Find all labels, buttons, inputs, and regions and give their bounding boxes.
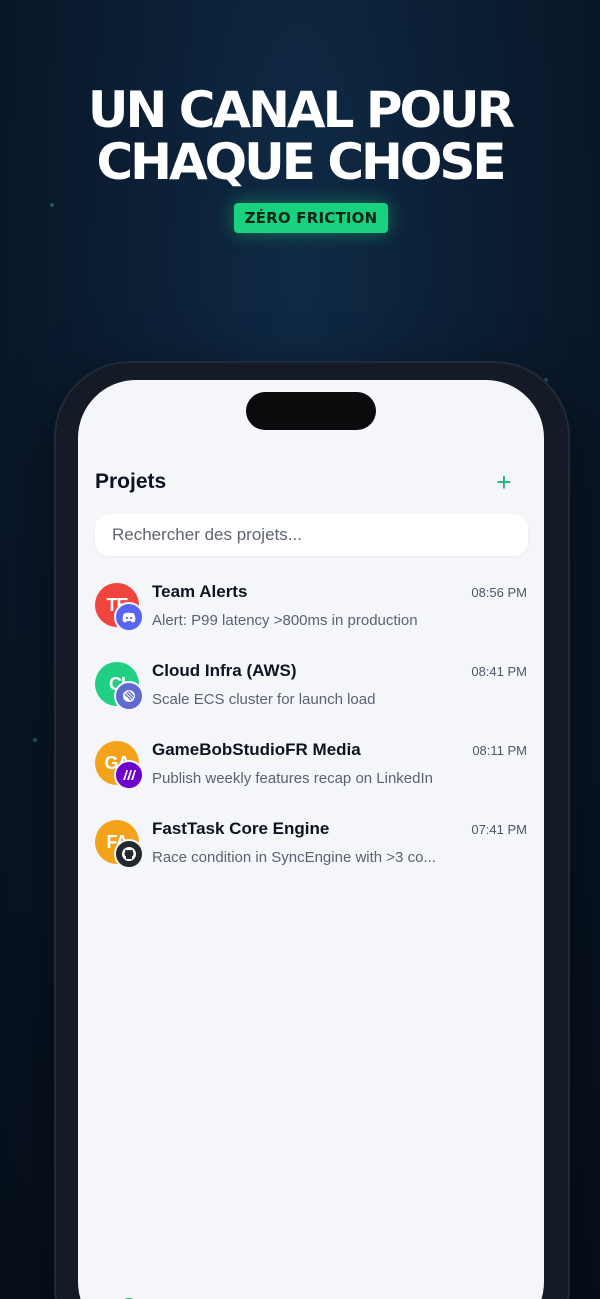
decor-dot bbox=[50, 203, 54, 207]
github-icon bbox=[114, 839, 144, 869]
project-time: 08:41 PM bbox=[471, 664, 527, 679]
phone-screen: Projets + TE Team Alerts 08:56 PM Alert:… bbox=[78, 380, 544, 1299]
project-name: Team Alerts bbox=[152, 582, 248, 601]
hero-headline-line2: CHAQUE CHOSE bbox=[96, 133, 506, 191]
make-icon bbox=[114, 760, 144, 790]
project-name: FastTask Core Engine bbox=[152, 819, 330, 838]
list-item[interactable]: CI Cloud Infra (AWS) 08:41 PM Scale ECS … bbox=[78, 655, 544, 734]
project-name: Cloud Infra (AWS) bbox=[152, 661, 297, 680]
decor-dot bbox=[544, 378, 548, 382]
search-bar[interactable] bbox=[95, 514, 529, 556]
hero-badge: ZÉRO FRICTION bbox=[234, 203, 388, 233]
project-time: 08:56 PM bbox=[471, 585, 527, 600]
list-item[interactable]: TE Team Alerts 08:56 PM Alert: P99 laten… bbox=[78, 576, 544, 655]
list-item[interactable]: FA FastTask Core Engine 07:41 PM Race co… bbox=[78, 813, 544, 892]
project-time: 07:41 PM bbox=[471, 822, 527, 837]
layers-icon bbox=[352, 1290, 378, 1299]
project-last-message: Scale ECS cluster for launch load bbox=[152, 691, 376, 708]
search-input[interactable] bbox=[95, 514, 529, 556]
dynamic-island bbox=[246, 392, 376, 430]
project-last-message: Alert: P99 latency >800ms in production bbox=[152, 612, 418, 629]
tab-channels[interactable] bbox=[236, 1290, 262, 1299]
channels-icon bbox=[236, 1290, 262, 1299]
tab-bar bbox=[78, 1280, 544, 1299]
project-last-message: Publish weekly features recap on LinkedI… bbox=[152, 770, 434, 787]
project-time: 08:11 PM bbox=[472, 743, 527, 758]
add-project-button[interactable]: + bbox=[492, 468, 516, 496]
discord-icon bbox=[114, 602, 144, 632]
hero-headline: UN CANAL POUR CHAQUE CHOSE bbox=[0, 84, 600, 188]
project-list: TE Team Alerts 08:56 PM Alert: P99 laten… bbox=[78, 576, 544, 892]
project-last-message: Race condition in SyncEngine with >3 co.… bbox=[152, 849, 436, 866]
tab-home[interactable] bbox=[116, 1290, 142, 1299]
settings-icon bbox=[468, 1290, 494, 1299]
plus-icon: + bbox=[496, 467, 512, 497]
tab-settings[interactable] bbox=[468, 1290, 494, 1299]
decor-dot bbox=[33, 738, 37, 742]
linear-icon bbox=[114, 681, 144, 711]
project-name: GameBobStudioFR Media bbox=[152, 740, 361, 759]
tab-layers[interactable] bbox=[352, 1290, 378, 1299]
list-item[interactable]: GA GameBobStudioFR Media 08:11 PM Publis… bbox=[78, 734, 544, 813]
page-title: Projets bbox=[95, 470, 167, 493]
hero-headline-line1: UN CANAL POUR bbox=[87, 81, 515, 139]
home-icon bbox=[124, 1298, 134, 1299]
